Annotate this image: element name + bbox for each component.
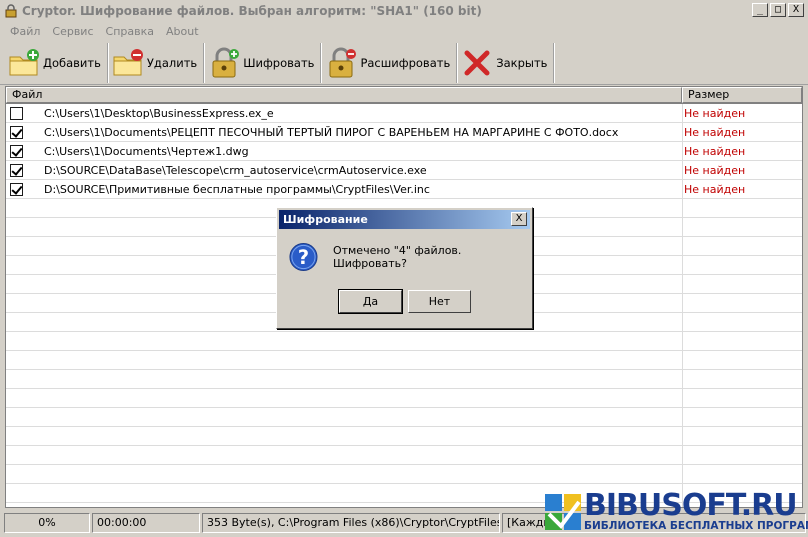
file-row[interactable]: C:\Users\1\Desktop\BusinessExpress.ex_e Н…	[6, 104, 802, 123]
maximize-button[interactable]: □	[770, 3, 786, 17]
status-progress: 0%	[4, 513, 90, 533]
empty-row	[6, 332, 802, 351]
no-button[interactable]: Нет	[408, 290, 471, 313]
file-path: C:\Users\1\Documents\Чертеж1.dwg	[44, 144, 249, 158]
file-row[interactable]: C:\Users\1\Documents\Чертеж1.dwg Не найде…	[6, 142, 802, 161]
dialog-close-button[interactable]: X	[511, 212, 527, 226]
empty-row	[6, 351, 802, 370]
column-size[interactable]: Размер	[682, 87, 802, 103]
file-checkbox[interactable]	[10, 125, 23, 139]
watermark: BIBUSOFT.RU БИБЛИОТЕКА БЕСПЛАТНЫХ ПРОГРА…	[540, 488, 808, 536]
watermark-subtitle: БИБЛИОТЕКА БЕСПЛАТНЫХ ПРОГРАММ	[584, 520, 808, 532]
minimize-button[interactable]: _	[752, 3, 768, 17]
remove-label: Удалить	[146, 55, 198, 70]
file-checkbox[interactable]	[10, 144, 23, 158]
dialog-title: Шифрование	[283, 213, 368, 226]
close-label: Закрыть	[496, 55, 548, 70]
remove-button[interactable]: Удалить	[108, 42, 205, 83]
dialog-title-bar: Шифрование	[279, 210, 530, 229]
list-header: Файл Размер	[6, 87, 802, 104]
file-size: Не найден	[684, 163, 746, 177]
file-checkbox[interactable]	[10, 182, 23, 196]
bibusoft-logo-icon	[545, 494, 581, 530]
file-path: D:\SOURCE\DataBase\Telescope\crm_autoser…	[44, 163, 427, 177]
file-size: Не найден	[684, 106, 746, 120]
decrypt-button[interactable]: Расшифровать	[321, 42, 458, 83]
encrypt-button[interactable]: Шифровать	[204, 42, 322, 83]
file-size: Не найден	[684, 144, 746, 158]
close-window-button[interactable]: X	[788, 3, 804, 17]
empty-row	[6, 389, 802, 408]
empty-row	[6, 446, 802, 465]
svg-text:?: ?	[298, 246, 309, 269]
decrypt-label: Расшифровать	[360, 55, 451, 70]
add-button[interactable]: Добавить	[4, 42, 108, 83]
menu-bar: Файл Сервис Справка About	[0, 22, 808, 41]
encrypt-dialog: Шифрование X ? Отмечено "4" файлов. Шифр…	[276, 207, 533, 329]
file-size: Не найден	[684, 182, 746, 196]
file-path: D:\SOURCE\Примитивные бесплатные програм…	[44, 182, 430, 196]
title-bar: Cryptor. Шифрование файлов. Выбран алгор…	[0, 0, 808, 22]
menu-help[interactable]: Справка	[100, 25, 160, 38]
dialog-message: Отмечено "4" файлов. Шифровать?	[332, 244, 462, 270]
question-icon: ?	[289, 242, 318, 272]
app-icon	[5, 4, 17, 18]
folder-remove-icon	[113, 48, 143, 75]
status-time: 00:00:00	[92, 513, 200, 533]
menu-about[interactable]: About	[160, 25, 205, 38]
menu-service[interactable]: Сервис	[46, 25, 99, 38]
column-file[interactable]: Файл	[6, 87, 682, 103]
encrypt-label: Шифровать	[243, 55, 315, 70]
file-checkbox[interactable]	[10, 106, 23, 120]
file-checkbox[interactable]	[10, 163, 23, 177]
menu-file[interactable]: Файл	[4, 25, 46, 38]
watermark-brand: BIBUSOFT.RU	[584, 488, 798, 523]
empty-row	[6, 427, 802, 446]
lock-add-icon	[212, 47, 240, 77]
close-button[interactable]: Закрыть	[457, 42, 555, 83]
yes-button[interactable]: Да	[338, 289, 403, 314]
file-path: C:\Users\1\Desktop\BusinessExpress.ex_e	[44, 106, 274, 120]
file-row[interactable]: D:\SOURCE\Примитивные бесплатные програм…	[6, 180, 802, 199]
empty-row	[6, 408, 802, 427]
window-title: Cryptor. Шифрование файлов. Выбран алгор…	[22, 4, 482, 18]
status-info: 353 Byte(s), C:\Program Files (x86)\Cryp…	[202, 513, 500, 533]
add-label: Добавить	[43, 55, 101, 70]
empty-row	[6, 465, 802, 484]
file-path: C:\Users\1\Documents\РЕЦЕПТ ПЕСОЧНЫЙ ТЕР…	[44, 125, 619, 139]
lock-remove-icon	[329, 47, 357, 77]
file-size: Не найден	[684, 125, 746, 139]
empty-row	[6, 370, 802, 389]
file-row[interactable]: C:\Users\1\Documents\РЕЦЕПТ ПЕСОЧНЫЙ ТЕР…	[6, 123, 802, 142]
toolbar: Добавить Удалить Шифровать Расшифровать	[0, 41, 808, 85]
file-row[interactable]: D:\SOURCE\DataBase\Telescope\crm_autoser…	[6, 161, 802, 180]
close-x-icon	[464, 50, 490, 75]
folder-add-icon	[9, 48, 39, 75]
